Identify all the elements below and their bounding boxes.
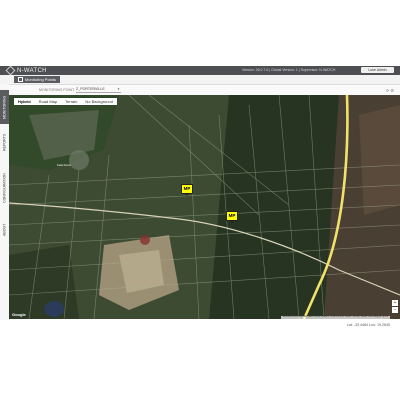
monitoring-point-marker[interactable]: MP	[181, 184, 193, 196]
user-button[interactable]: Luke Admin	[361, 67, 394, 73]
monitoring-point-select[interactable]: Z_PORTERVILLE ▼	[76, 87, 121, 93]
monitoring-point-marker[interactable]: MP	[226, 211, 238, 223]
tab-label: Monitoring Points	[25, 77, 56, 82]
map-place-label: Fast Food	[57, 163, 71, 167]
map-type-no-background[interactable]: No Background	[81, 98, 117, 105]
cursor-coordinates: Lat: -33.4484 Lon: 19.2645	[346, 323, 390, 327]
map-type-road-map[interactable]: Road Map	[35, 98, 61, 105]
sidebar-item-configuration[interactable]: CONFIGURATION	[0, 162, 9, 214]
sidebar-item-about[interactable]: ABOUT	[0, 220, 9, 240]
sidebar-item-reports[interactable]: REPORTS	[0, 128, 9, 156]
map-attribution[interactable]: Keyboard shortcuts Map data ©2024 Imager…	[280, 316, 390, 319]
map-type-terrain[interactable]: Terrain	[61, 98, 81, 105]
google-logo: Google	[12, 312, 26, 317]
select-value: Z_PORTERVILLE	[76, 87, 105, 91]
zoom-out-button[interactable]: −	[392, 307, 398, 313]
app-logo[interactable]: N-WATCH	[5, 65, 47, 76]
settings-icon[interactable]: ⚙	[390, 88, 395, 93]
app-header: N-WATCH Version: 26.0.7.6 | Global Versi…	[0, 65, 400, 76]
satellite-map[interactable]: Hybrid Road Map Terrain No Background Fa…	[9, 95, 400, 319]
map-type-hybrid[interactable]: Hybrid	[14, 98, 35, 105]
tab-monitoring-points[interactable]: Monitoring Points	[14, 76, 60, 83]
version-text: Version: 26.0.7.6 | Global Version: 1 | …	[242, 68, 336, 72]
app-name: N-WATCH	[17, 68, 47, 75]
chevron-down-icon: ▼	[117, 87, 120, 91]
status-bar: Lat: -33.4484 Lon: 19.2645	[9, 320, 400, 329]
tab-icon	[18, 77, 23, 83]
map-imagery	[9, 95, 400, 319]
sidebar-item-monitoring[interactable]: MONITORING	[0, 90, 9, 124]
map-type-control: Hybrid Road Map Terrain No Background	[14, 98, 117, 105]
logo-icon	[5, 65, 16, 76]
zoom-in-button[interactable]: +	[392, 300, 398, 306]
monitoring-point-selector-bar: MONITORING POINT Z_PORTERVILLE ▼ ⟳⚙	[9, 85, 400, 95]
tab-strip: Monitoring Points	[0, 75, 400, 85]
toolbar-icons: ⟳⚙	[386, 88, 395, 93]
selector-label: MONITORING POINT	[39, 88, 75, 92]
